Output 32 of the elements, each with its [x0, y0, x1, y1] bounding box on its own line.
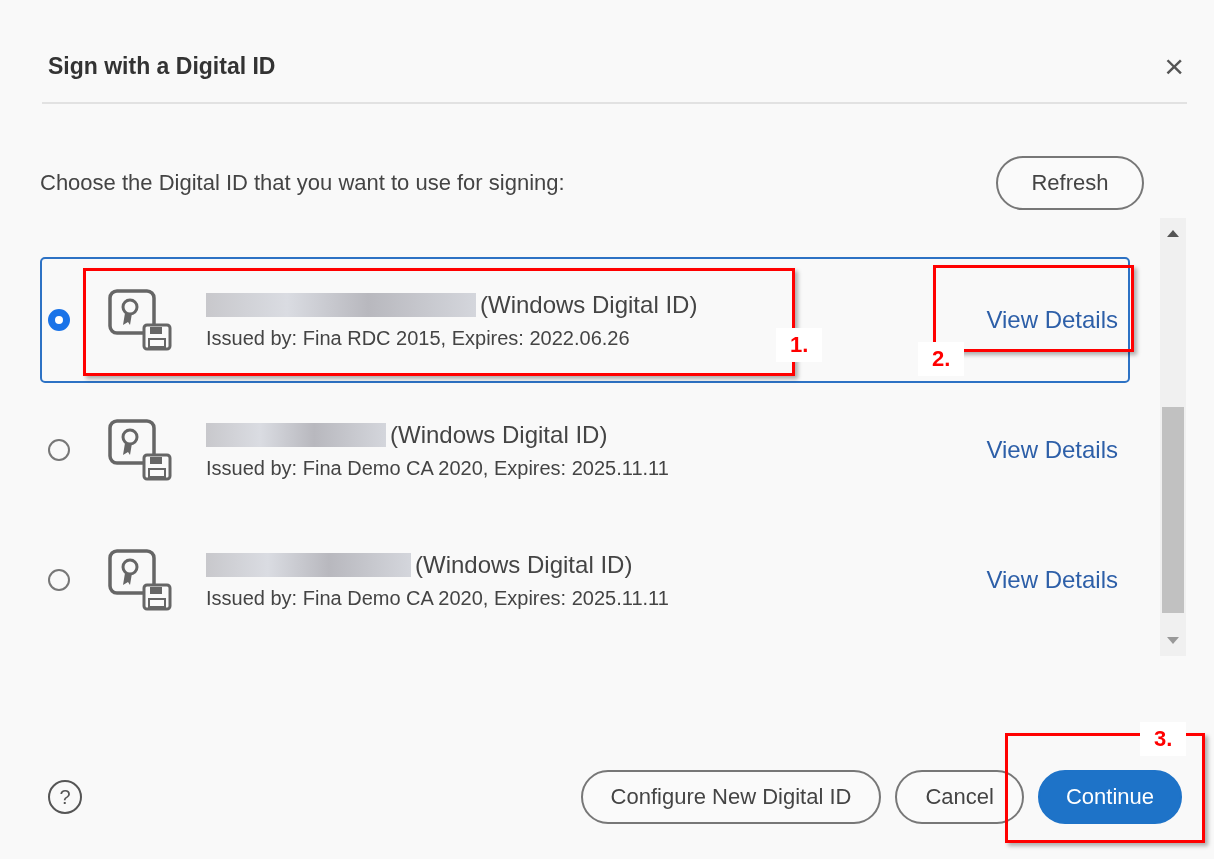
view-details-link[interactable]: View Details — [986, 436, 1118, 464]
close-button[interactable]: × — [1164, 49, 1184, 83]
scrollbar-thumb[interactable] — [1162, 407, 1184, 613]
prompt-text: Choose the Digital ID that you want to use for signing: — [40, 170, 565, 196]
certificate-icon — [108, 549, 172, 611]
issuer-text: Issued by: Fina Demo CA 2020, Expires: 2025.11.11 — [206, 586, 669, 610]
dialog-button[interactable]: Cancel — [895, 770, 1024, 824]
certificate-icon — [108, 419, 172, 481]
radio-button[interactable] — [48, 439, 70, 461]
radio-button[interactable] — [48, 309, 70, 331]
certificate-icon — [108, 289, 172, 351]
digital-id-row[interactable]: (Windows Digital ID) Issued by: Fina Demo CA 2020, Expires: 2025.11.11 View Details — [40, 517, 1130, 643]
scrollbar[interactable] — [1160, 218, 1186, 656]
id-type: (Windows Digital ID) — [390, 420, 608, 449]
scroll-down-arrow-icon[interactable] — [1167, 637, 1179, 644]
continue-button[interactable]: Continue — [1037, 770, 1182, 824]
help-button[interactable]: ? — [48, 780, 82, 814]
scroll-up-arrow-icon[interactable] — [1167, 230, 1179, 237]
refresh-button[interactable]: Refresh — [996, 156, 1144, 210]
digital-id-row[interactable]: (Windows Digital ID) Issued by: Fina Demo CA 2020, Expires: 2025.11.11 View Details — [40, 387, 1130, 513]
view-details-link[interactable]: View Details — [986, 566, 1118, 594]
dialog-button[interactable]: Configure New Digital ID — [580, 770, 882, 824]
dialog-title: Sign with a Digital ID — [48, 52, 276, 80]
id-type: (Windows Digital ID) — [415, 550, 633, 579]
annotation-label: 1. — [776, 328, 823, 362]
issuer-text: Issued by: Fina RDC 2015, Expires: 2022.06.26 — [206, 326, 630, 350]
id-type: (Windows Digital ID) — [480, 290, 698, 319]
issuer-text: Issued by: Fina Demo CA 2020, Expires: 2025.11.11 — [206, 456, 669, 480]
annotation-label: 2. — [918, 342, 965, 376]
annotation-label: 3. — [1140, 722, 1187, 756]
radio-button[interactable] — [48, 569, 70, 591]
view-details-link[interactable]: View Details — [986, 306, 1118, 334]
